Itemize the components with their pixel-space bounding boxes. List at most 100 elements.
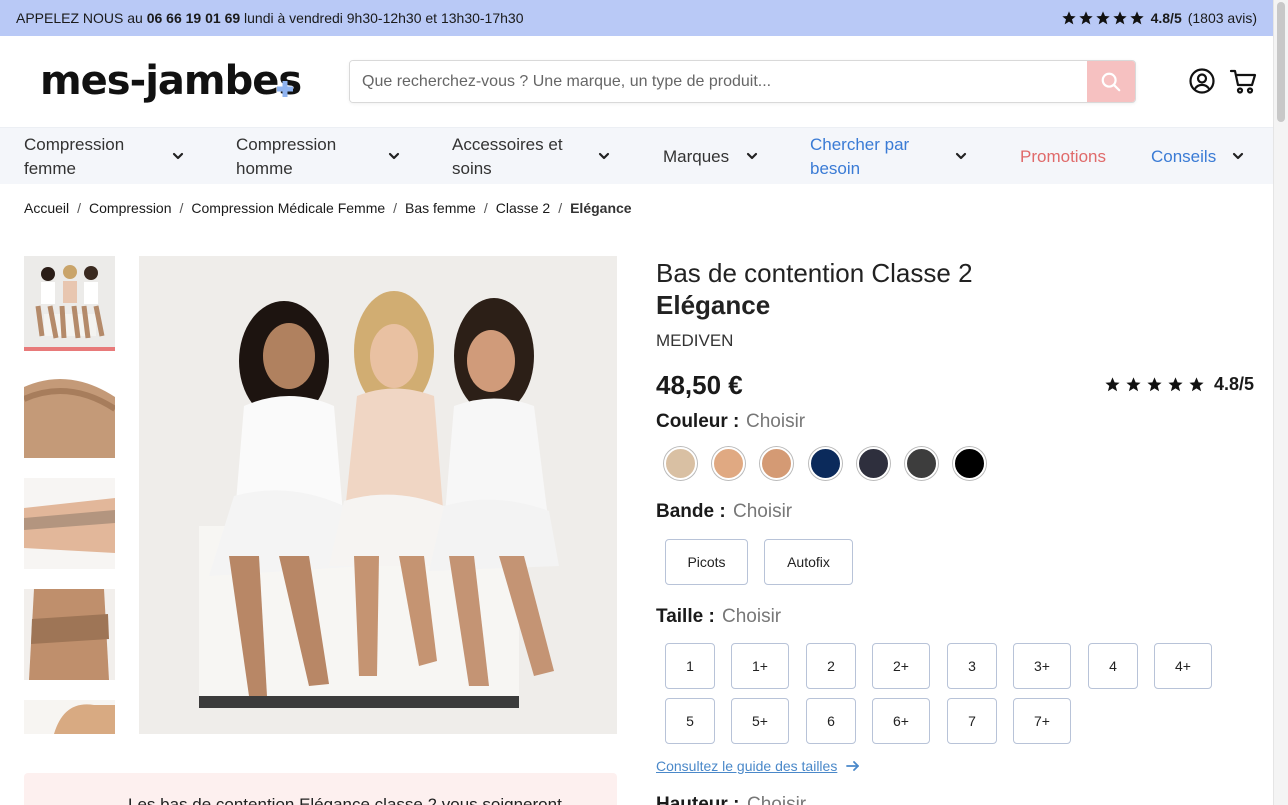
product-title: Bas de contention Classe 2 <box>656 258 973 288</box>
size-option[interactable]: 5 <box>665 698 715 744</box>
size-guide-link[interactable]: Consultez le guide des tailles <box>656 758 861 774</box>
nav-conseils[interactable]: Conseils <box>1151 128 1251 185</box>
breadcrumb-link[interactable]: Compression Médicale Femme <box>191 200 385 216</box>
size-label: Taille : <box>656 606 715 627</box>
scrollbar-thumb[interactable] <box>1277 2 1285 122</box>
chevron-down-icon <box>598 152 610 160</box>
breadcrumb-separator: / <box>483 200 488 216</box>
color-swatch[interactable] <box>809 447 842 480</box>
product-title-name: Elégance <box>656 290 771 320</box>
breadcrumb-link[interactable]: Compression <box>89 200 171 216</box>
star-icon <box>1061 10 1077 26</box>
account-icon[interactable] <box>1188 67 1216 95</box>
breadcrumb-link[interactable]: Bas femme <box>405 200 476 216</box>
product-brand[interactable]: MEDIVEN <box>656 331 733 351</box>
chevron-down-icon <box>172 152 184 160</box>
star-icon <box>1167 376 1184 393</box>
size-option[interactable]: 6 <box>806 698 856 744</box>
chevron-down-icon <box>388 152 400 160</box>
breadcrumb-separator: / <box>393 200 398 216</box>
band-label: Bande : <box>656 501 726 522</box>
size-option[interactable]: 2+ <box>872 643 930 689</box>
size-option[interactable]: 1+ <box>731 643 789 689</box>
star-icon <box>1112 10 1128 26</box>
breadcrumb-separator: / <box>179 200 184 216</box>
size-option[interactable]: 3+ <box>1013 643 1071 689</box>
breadcrumb-separator: / <box>558 200 563 216</box>
size-option[interactable]: 6+ <box>872 698 930 744</box>
breadcrumb-current: Elégance <box>570 200 632 216</box>
review-count: (1803 avis) <box>1187 10 1257 26</box>
scrollbar[interactable] <box>1273 0 1288 805</box>
size-option[interactable]: 5+ <box>731 698 789 744</box>
color-swatch[interactable] <box>760 447 793 480</box>
nav-chercher-besoin[interactable]: Chercher par besoin <box>810 128 980 185</box>
breadcrumb-link[interactable]: Accueil <box>24 200 69 216</box>
color-swatch[interactable] <box>953 447 986 480</box>
height-value: Choisir <box>747 794 807 805</box>
product-main-image[interactable] <box>139 256 617 734</box>
color-swatch[interactable] <box>905 447 938 480</box>
top-bar: APPELEZ NOUS au 06 66 19 01 69 lundi à v… <box>0 0 1273 36</box>
size-value: Choisir <box>722 606 782 627</box>
size-option[interactable]: 2 <box>806 643 856 689</box>
band-option-picots[interactable]: Picots <box>665 539 748 585</box>
site-logo[interactable]: mes-jambes <box>40 58 302 104</box>
size-option[interactable]: 7+ <box>1013 698 1071 744</box>
product-photo <box>139 256 617 734</box>
rating-score: 4.8/5 <box>1214 374 1255 394</box>
site-header: mes-jambes <box>0 36 1273 127</box>
product-thumbnail-3[interactable] <box>24 478 115 569</box>
rating-stars <box>1061 10 1145 26</box>
star-icon <box>1104 376 1121 393</box>
nav-label: Chercher par besoin <box>810 134 910 178</box>
description-box: Les bas de contention Elégance classe 2 … <box>24 773 617 805</box>
logo-plus-icon <box>277 81 293 97</box>
nav-compression-femme[interactable]: Compression femme <box>24 128 194 185</box>
color-swatch[interactable] <box>712 447 745 480</box>
color-swatch[interactable] <box>857 447 890 480</box>
nav-label: Compression femme <box>24 134 125 178</box>
band-value: Choisir <box>733 501 793 522</box>
site-rating[interactable]: 4.8/5 (1803 avis) <box>1061 10 1257 26</box>
color-swatch[interactable] <box>664 447 697 480</box>
size-option[interactable]: 1 <box>665 643 715 689</box>
breadcrumb-link[interactable]: Classe 2 <box>496 200 550 216</box>
nav-label: Marques <box>663 146 730 166</box>
thumbnail-image <box>24 478 115 569</box>
cart-icon[interactable] <box>1229 67 1257 95</box>
size-option[interactable]: 4+ <box>1154 643 1212 689</box>
band-option-autofix[interactable]: Autofix <box>764 539 853 585</box>
star-icon <box>1125 376 1142 393</box>
nav-promotions[interactable]: Promotions <box>1020 128 1120 185</box>
nav-label: Conseils <box>1151 146 1217 166</box>
search-input[interactable] <box>350 61 1088 102</box>
star-icon <box>1146 376 1163 393</box>
nav-marques[interactable]: Marques <box>663 128 768 185</box>
opening-hours: lundi à vendredi 9h30-12h30 et 13h30-17h… <box>244 10 524 26</box>
search-button[interactable] <box>1087 61 1135 102</box>
product-rating[interactable]: 4.8/5 <box>1104 374 1254 395</box>
phone-number[interactable]: 06 66 19 01 69 <box>147 10 240 26</box>
nav-compression-homme[interactable]: Compression homme <box>236 128 406 185</box>
thumbnail-image <box>24 700 115 734</box>
product-thumbnail-1[interactable] <box>24 256 115 351</box>
rating-score: 4.8/5 <box>1150 10 1182 26</box>
thumbnail-image <box>24 589 115 680</box>
chevron-down-icon <box>1232 152 1244 160</box>
breadcrumb: Accueil / Compression / Compression Médica… <box>24 200 632 216</box>
product-thumbnail-4[interactable] <box>24 589 115 680</box>
product-thumbnail-2[interactable] <box>24 367 115 458</box>
star-icon <box>1078 10 1094 26</box>
nav-label: Compression homme <box>236 134 337 178</box>
height-label: Hauteur : <box>656 794 740 805</box>
size-option[interactable]: 3 <box>947 643 997 689</box>
nav-label: Accessoires et soins <box>452 134 563 178</box>
nav-label: Promotions <box>1020 146 1106 166</box>
nav-accessoires[interactable]: Accessoires et soins <box>452 128 617 185</box>
size-option[interactable]: 7 <box>947 698 997 744</box>
star-icon <box>1129 10 1145 26</box>
product-thumbnail-5[interactable] <box>24 700 115 734</box>
size-option[interactable]: 4 <box>1088 643 1138 689</box>
chevron-down-icon <box>955 152 967 160</box>
